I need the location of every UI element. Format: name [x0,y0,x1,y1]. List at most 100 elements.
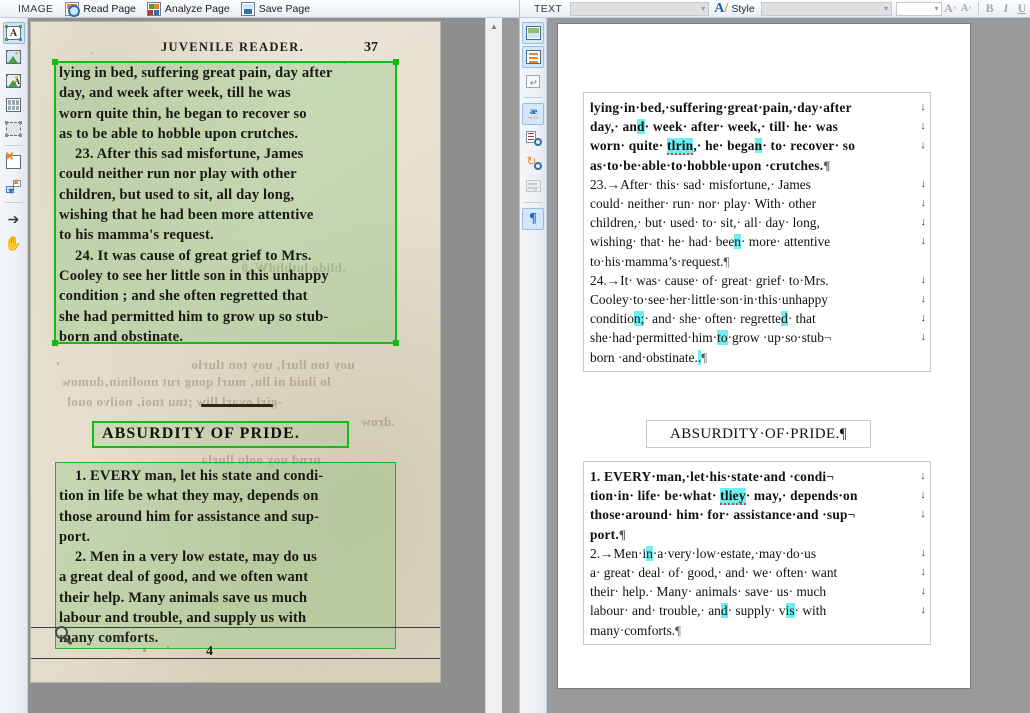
line-break-mark: ↓ [920,117,926,136]
card-view-tool[interactable] [522,175,544,197]
paragraph-mark: ¶ [701,350,707,365]
scan-line: as to be able to hobble upon crutches. [59,124,392,144]
spell-check-tool[interactable]: ae∼∼ [522,103,544,125]
style-select[interactable]: ▾ [761,2,892,16]
page-text-icon [526,50,541,64]
scroll-up-icon[interactable]: ▲ [486,18,502,35]
text-line: wishing· that· he· had· been· more· atte… [590,232,924,251]
text-editor-pane[interactable]: lying·in·bed,·suffering·great·pain,·day·… [547,18,1030,713]
analyze-page-button[interactable]: Analyze Page [143,1,237,17]
text-tools-strip: ae∼∼ ↻ ¶ [519,18,547,713]
text-run: conditio [590,311,634,326]
zoom-verify-tool[interactable] [522,127,544,149]
text-line: children,· but· used· to· sit,· all· day… [590,213,924,232]
recognized-document-page[interactable]: lying·in·bed,·suffering·great·pain,·day·… [558,24,970,688]
scan-running-head: JUVENILE READER. 37 [31,40,440,58]
line-break-mark: ↓ [921,232,927,251]
show-text-tool[interactable] [522,46,544,68]
select-area-tool[interactable] [3,118,25,140]
highlighted-text: n; [634,311,644,326]
resize-handle-bottom-right[interactable] [393,340,399,346]
line-break-mark: ↓ [921,563,927,582]
reorder-blocks-tool[interactable]: ▲▼ [3,175,25,197]
recognized-text-block-1[interactable]: lying·in·bed,·suffering·great·pain,·day·… [583,92,931,372]
chevron-down-icon: ▾ [884,5,888,13]
style-button[interactable]: A Style [709,1,760,17]
text-line: port.¶ [590,525,924,544]
table-block-icon [6,98,21,112]
drawn-selection-rectangle[interactable] [31,627,440,659]
bold-button[interactable]: B [982,1,998,17]
text-line: 24.→It· was· cause· of· great· grief· to… [590,271,924,290]
select-text-block-tool[interactable]: A [3,22,25,44]
select-table-block-tool[interactable] [3,94,25,116]
resize-handle-top-right[interactable] [393,59,399,65]
line-break-mark: ↓ [921,582,927,601]
recognized-title-block[interactable]: ABSURDITY·OF·PRIDE.¶ [646,420,871,448]
italic-button[interactable]: I [998,1,1014,17]
font-size-select[interactable]: ▾ [896,2,943,16]
read-page-button[interactable]: Read Page [61,1,143,17]
text-run: ¬ [848,507,856,522]
rotate-magnifier-icon: ↻ [526,155,541,169]
text-run: their· help.· Many· animals· save· us· m… [590,584,826,599]
text-run: lying·in·bed,·suffering·great·pain,·day·… [590,100,852,115]
line-break-mark: ↓ [921,213,927,232]
recognized-text-block-2[interactable]: 1. EVERY·man,·let·his·state·and ·condi¬↓… [583,461,931,645]
text-mode-label: TEXT [520,3,570,15]
next-error-tool[interactable] [522,70,544,92]
text-run: ¬ [826,469,834,484]
scan-line: a great deal of good, and we often want [59,567,392,587]
text-line: a· great· deal· of· good,· and· we· ofte… [590,563,924,582]
text-run: · and· she· often· regrette [644,311,781,326]
pointer-tool[interactable]: ➔ [3,208,25,230]
decrease-font-size-button[interactable]: A^ [959,1,975,17]
rotate-verify-tool[interactable]: ↻ [522,151,544,173]
scan-line: 2. Men in a very low estate, may do us [59,547,392,567]
paragraph-mark: ¶ [675,623,681,638]
scan-line: those around him for assistance and sup- [59,507,392,527]
show-image-tool[interactable] [522,22,544,44]
line-break-mark: ↓ [921,309,927,328]
image-viewer-pane[interactable]: JUVENILE READER. 37 lo ilnid ni llu‚ mur… [28,18,502,713]
resize-handle-bottom-left[interactable] [52,340,58,346]
text-run: worn· quite· [590,138,667,153]
underline-button[interactable]: U [1014,1,1030,17]
text-run: ¬ [824,330,832,345]
underline-label: U [1018,1,1027,16]
scan-line: 23. After this sad misfortune, James [59,144,392,164]
text-line: could· neither· run· nor· play· With· ot… [590,194,924,213]
text-run: wishing· that· he· had· bee [590,234,734,249]
show-nonprinting-chars-tool[interactable]: ¶ [522,208,544,230]
image-pane-scrollbar[interactable]: ▲ [485,18,502,713]
line-break-mark: ↓ [921,175,927,194]
font-family-select[interactable]: ▾ [570,2,709,16]
italic-label: I [1003,1,1008,16]
highlighted-text: tliey [720,488,746,505]
image-mode-label: IMAGE [0,3,61,15]
delete-block-tool[interactable] [3,151,25,173]
text-line: those·around· him· for· assistance·and ·… [590,505,924,524]
highlighted-text: n [646,546,653,561]
text-run: 2.→Men·i [590,546,646,561]
text-run: 24.→It· was· cause· of· great· grief· to… [590,273,829,288]
text-run: · that [788,311,816,326]
text-line: to·his·mamma’s·request.¶ [590,252,924,271]
pan-tool[interactable]: ✋ [3,232,25,254]
select-picture-block-tool[interactable] [3,46,25,68]
save-page-button[interactable]: Save Page [237,1,317,17]
image-tools-strip: A A [0,18,28,713]
line-break-mark: ↓ [920,486,926,505]
resize-handle-top-left[interactable] [52,59,58,65]
text-line: she·had·permitted·him·to·grow ·up·so·stu… [590,328,924,347]
scan-line: their help. Many animals save us much [59,588,392,608]
select-background-picture-tool[interactable]: A [3,70,25,92]
arrow-cursor-icon: ➔ [8,212,20,226]
paragraph-mark: ¶ [619,527,626,542]
scan-line: could neither run nor play with other [59,164,392,184]
line-break-mark: ↓ [921,194,927,213]
scanned-page-image[interactable]: JUVENILE READER. 37 lo ilnid ni llu‚ mur… [31,22,440,682]
scan-line: lying in bed, suffering great pain, day … [59,63,392,83]
increase-font-size-button[interactable]: A^ [942,1,958,17]
scan-line: Cooley to see her little son in this unh… [59,266,392,286]
